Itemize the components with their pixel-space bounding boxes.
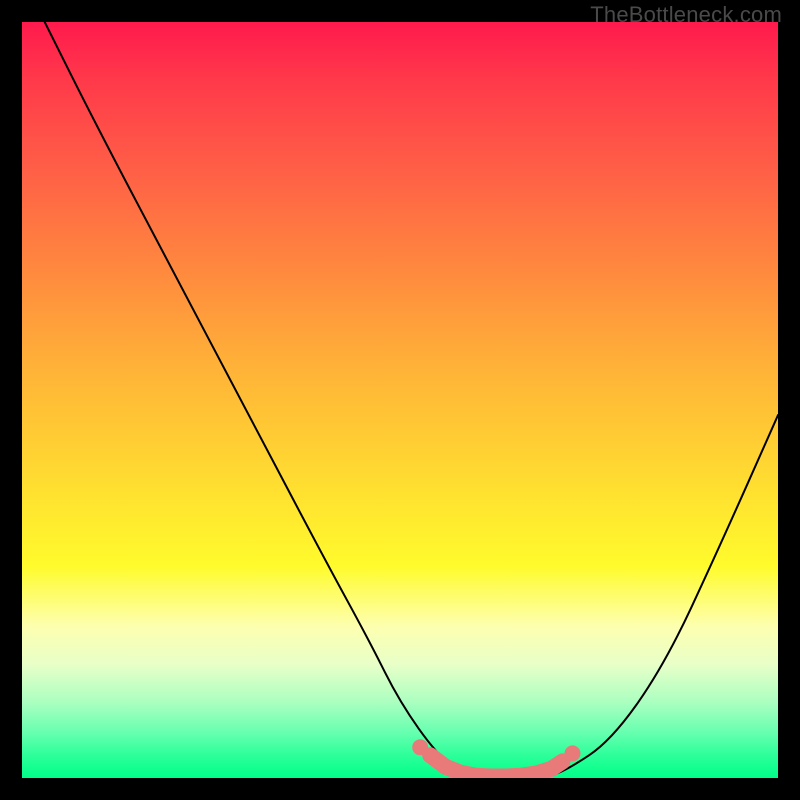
chart-stage: TheBottleneck.com (0, 0, 800, 800)
plot-area (22, 22, 778, 778)
watermark-text: TheBottleneck.com (590, 2, 782, 28)
highlight-markers (412, 739, 580, 776)
marker-end-right (565, 745, 581, 761)
curve-layer (22, 22, 778, 778)
bottleneck-curve (45, 22, 778, 778)
marker-path (430, 755, 562, 776)
marker-end-left (412, 739, 428, 755)
